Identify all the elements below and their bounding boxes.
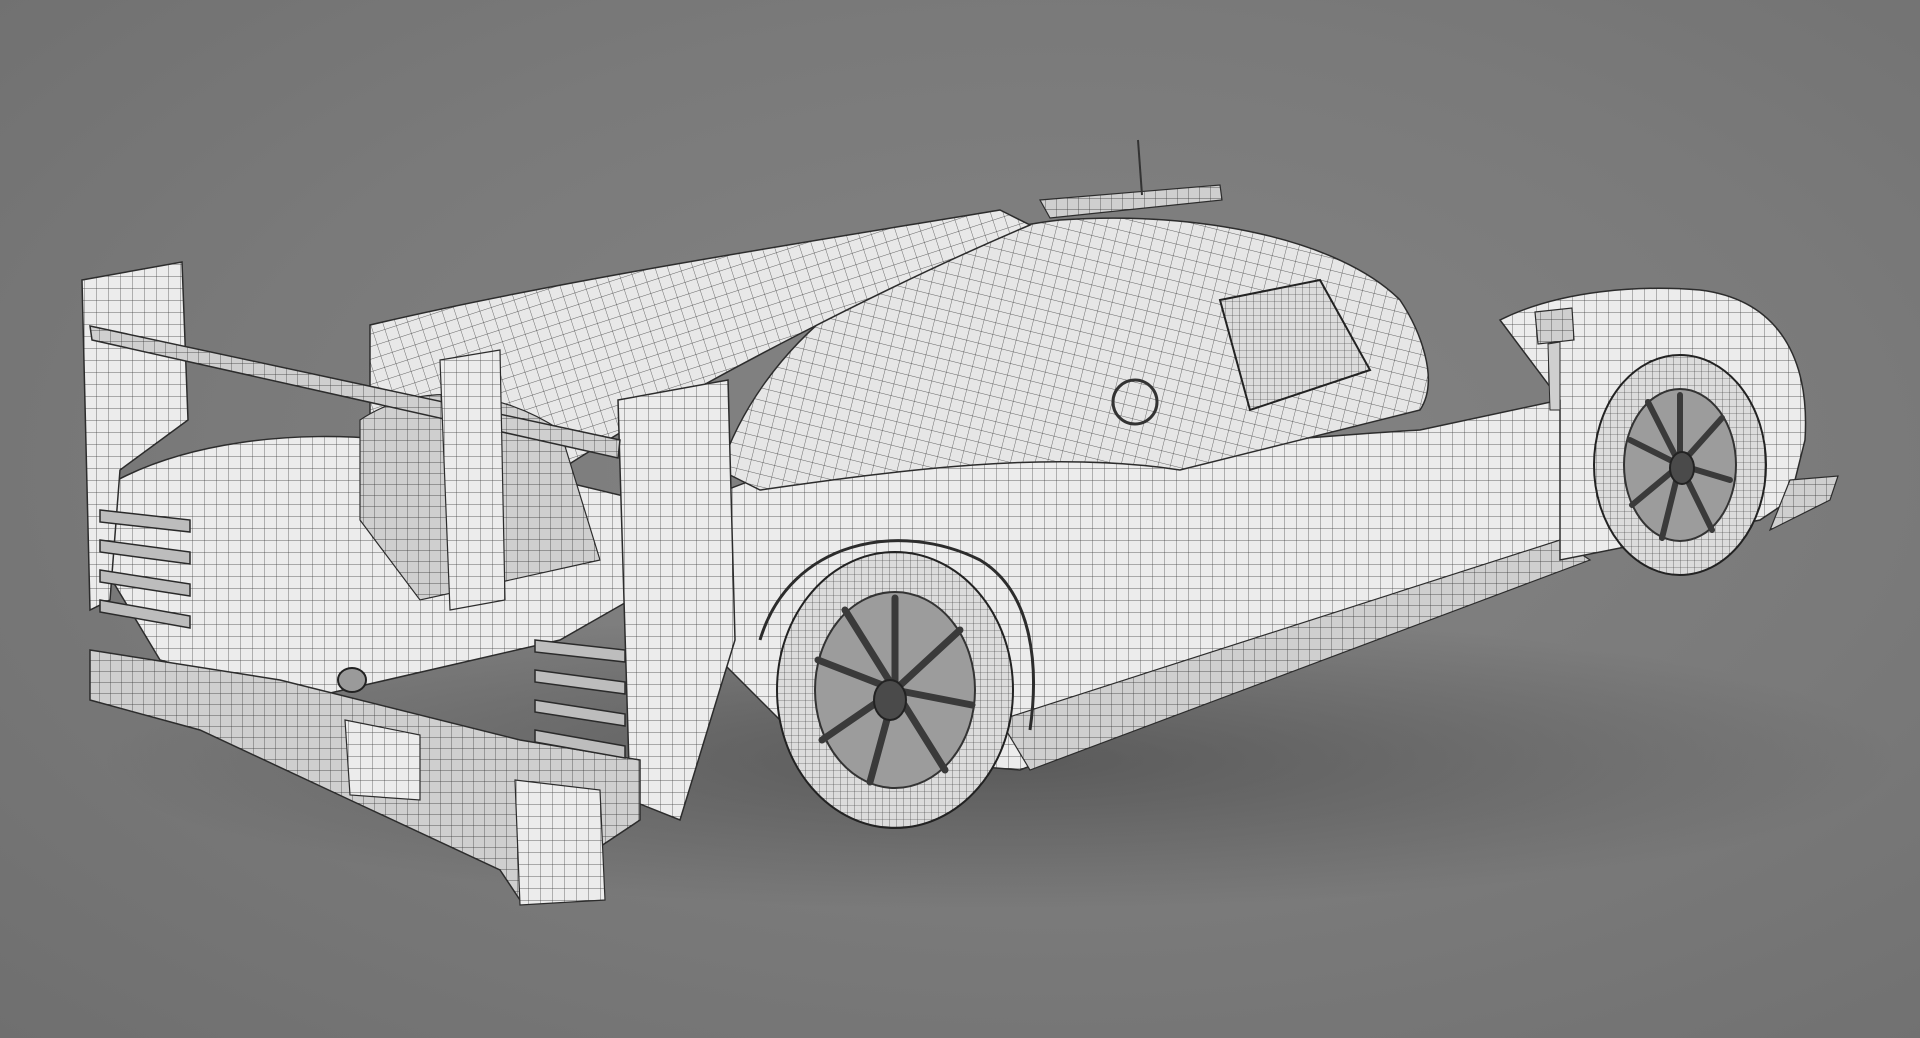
wireframe-render (81, 139, 1900, 910)
viewport (0, 0, 1920, 1038)
roof-fin (1039, 184, 1223, 219)
exhaust-pipe (337, 667, 367, 693)
front-wheel (1593, 354, 1767, 576)
side-mirror (1534, 307, 1575, 345)
antenna (1137, 139, 1143, 196)
rear-hub (873, 679, 907, 721)
wing-pillar (439, 349, 506, 611)
diffuser-fence-right (514, 779, 606, 906)
front-hub (1669, 451, 1695, 485)
mirror-stalk (1547, 341, 1561, 411)
rear-wheel (776, 551, 1014, 829)
